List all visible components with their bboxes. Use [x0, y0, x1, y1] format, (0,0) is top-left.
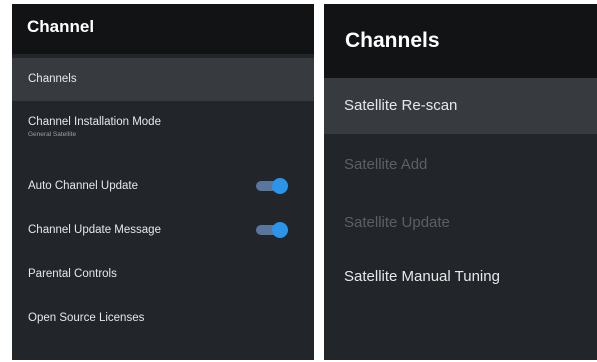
menu-item-channel-update-message[interactable]: Channel Update Message [12, 214, 314, 246]
menu-item-label: Satellite Update [344, 214, 450, 231]
menu-item-label: Satellite Manual Tuning [344, 268, 500, 285]
menu-item-satellite-manual-tuning[interactable]: Satellite Manual Tuning [324, 250, 597, 304]
channel-settings-panel: Channel Channels Channel Installation Mo… [12, 4, 314, 360]
menu-item-auto-channel-update[interactable]: Auto Channel Update [12, 170, 314, 202]
menu-item-label: Open Source Licenses [28, 312, 145, 324]
menu-item-channels[interactable]: Channels [12, 58, 314, 101]
menu-item-parental-controls[interactable]: Parental Controls [12, 258, 314, 290]
menu-item-label: Satellite Add [344, 156, 428, 173]
channel-update-message-toggle[interactable] [256, 222, 288, 238]
menu-item-satellite-add: Satellite Add [324, 138, 597, 192]
menu-item-label: Auto Channel Update [28, 180, 138, 192]
menu-item-channel-installation-mode[interactable]: Channel Installation Mode General Satell… [12, 116, 314, 156]
toggle-knob [272, 178, 288, 194]
auto-channel-update-toggle[interactable] [256, 178, 288, 194]
menu-item-label: Parental Controls [28, 268, 117, 280]
menu-item-label: Satellite Re-scan [344, 97, 458, 114]
menu-item-label: Channel Installation Mode [28, 116, 161, 128]
channel-panel-title: Channel [12, 4, 314, 54]
menu-item-label: Channels [28, 73, 77, 85]
toggle-knob [272, 222, 288, 238]
menu-item-satellite-update: Satellite Update [324, 196, 597, 250]
menu-item-satellite-rescan[interactable]: Satellite Re-scan [324, 78, 597, 134]
channels-submenu-panel: Channels Satellite Re-scan Satellite Add… [324, 4, 597, 360]
channels-panel-title: Channels [324, 4, 597, 78]
menu-item-open-source-licenses[interactable]: Open Source Licenses [12, 302, 314, 334]
installation-mode-value: General Satellite [28, 131, 77, 138]
menu-item-label: Channel Update Message [28, 224, 161, 236]
